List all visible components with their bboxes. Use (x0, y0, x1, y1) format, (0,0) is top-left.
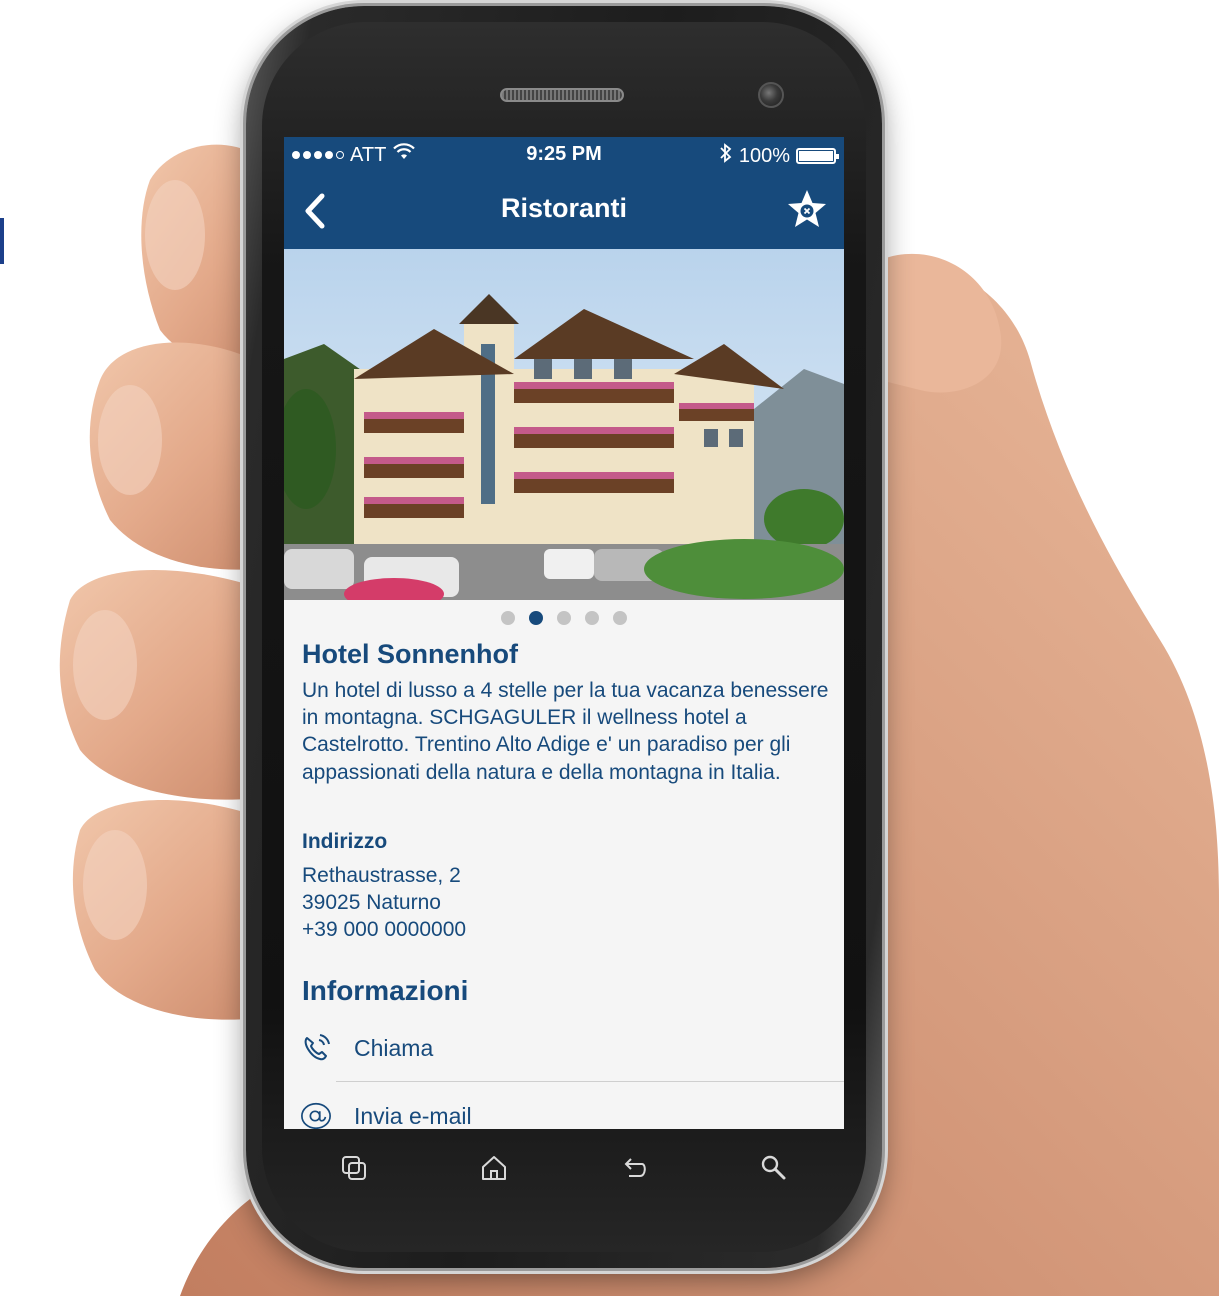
pagination-dot[interactable] (501, 611, 515, 625)
at-icon (300, 1100, 332, 1129)
gallery-pagination (284, 611, 844, 625)
device-nav-keys (284, 1138, 844, 1198)
call-label: Chiama (354, 1034, 434, 1061)
search-icon (761, 1155, 786, 1180)
info-heading: Informazioni (302, 975, 469, 1006)
call-action-row[interactable]: Chiama (284, 1023, 844, 1073)
speaker-grille (500, 88, 624, 102)
email-label: Invia e-mail (354, 1102, 472, 1129)
status-right: 100% (719, 143, 839, 169)
star-remove-icon (788, 190, 826, 227)
hotel-name: Hotel Sonnenhof (302, 639, 518, 669)
row-divider (336, 1081, 844, 1082)
search-key[interactable] (754, 1148, 794, 1188)
hotel-photo[interactable] (284, 249, 844, 600)
favorite-button[interactable] (784, 187, 830, 233)
email-action-row[interactable]: Invia e-mail (284, 1091, 844, 1129)
pagination-dot[interactable] (557, 611, 571, 625)
pagination-dot-active[interactable] (529, 611, 543, 625)
app-header: Ristoranti (284, 171, 844, 249)
page-title: Ristoranti (500, 193, 627, 223)
edge-marker (0, 218, 4, 264)
address-street: Rethaustrasse, 2 (302, 864, 461, 887)
pagination-dot[interactable] (585, 611, 599, 625)
phone-icon (300, 1032, 332, 1064)
pagination-dot[interactable] (613, 611, 627, 625)
address-block: Rethaustrasse, 2 39025 Naturno +39 000 0… (302, 862, 466, 943)
address-heading: Indirizzo (302, 830, 388, 853)
battery-percent: 100% (738, 144, 790, 167)
address-phone[interactable]: +39 000 0000000 (302, 916, 466, 943)
home-icon (482, 1156, 506, 1180)
recent-apps-key[interactable] (334, 1148, 374, 1188)
hotel-description: Un hotel di lusso a 4 stelle per la tua … (302, 679, 829, 784)
back-key[interactable] (614, 1148, 654, 1188)
status-bar: ATT 9:25 PM 100% (284, 137, 844, 171)
front-camera (758, 82, 784, 108)
phone-screen: ATT 9:25 PM 100% Ristoranti Hotel Sonnen… (284, 137, 844, 1129)
home-key[interactable] (474, 1148, 514, 1188)
battery-icon (796, 148, 839, 164)
bluetooth-icon (719, 143, 733, 169)
back-arrow-icon (624, 1158, 646, 1177)
recent-apps-icon (342, 1156, 366, 1180)
address-city: 39025 Naturno (302, 891, 441, 914)
